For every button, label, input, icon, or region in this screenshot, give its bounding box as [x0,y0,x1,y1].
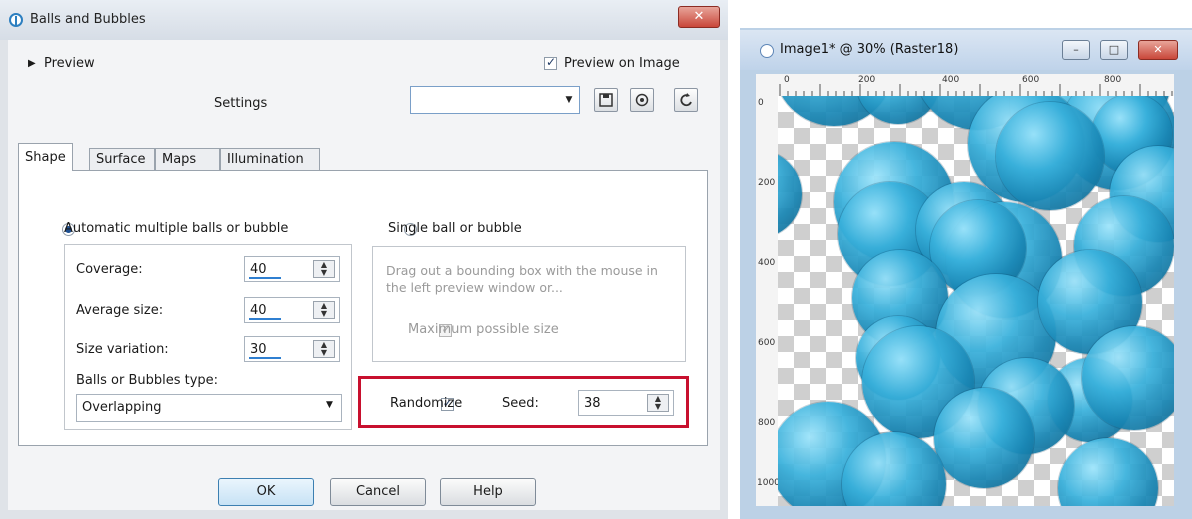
size-variation-stepper-icon[interactable]: ▲ ▼ [313,340,335,358]
size-variation-label: Size variation: [76,342,169,357]
reset-button[interactable] [674,88,698,112]
preview-expand-icon[interactable]: ▶ [28,58,36,69]
seed-stepper-icon[interactable]: ▲ ▼ [647,394,669,412]
average-size-label: Average size: [76,303,164,318]
image-canvas[interactable] [778,96,1174,506]
image-document-icon [760,44,774,58]
tab-illumination[interactable]: Illumination [220,148,320,170]
bubble-ball [1058,438,1158,506]
single-ball-label[interactable]: Single ball or bubble [388,221,522,236]
single-ball-hint: Drag out a bounding box with the mouse i… [386,263,658,295]
save-preset-icon [599,93,613,111]
coverage-label: Coverage: [76,262,143,277]
chevron-down-icon[interactable]: ▼ [562,90,576,110]
ruler-top-label: 0 [784,75,790,85]
settings-label: Settings [214,96,268,111]
ruler-left-label: 600 [758,338,776,348]
coverage-slider-line [249,277,281,279]
tab-shape[interactable]: Shape [18,143,73,171]
ruler-left-label: 400 [758,258,776,268]
size-variation-spinbox[interactable]: 30 ▲ ▼ [244,336,340,362]
dialog-title: Balls and Bubbles [30,12,146,27]
maximum-size-label: Maximum possible size [408,322,559,337]
horizontal-ruler[interactable]: 0 200 400 600 800 [756,74,1174,97]
chevron-down-icon[interactable]: ▼ [326,400,333,410]
ruler-top-label: 800 [1104,75,1122,85]
bubble-ball [934,388,1034,488]
help-button[interactable]: Help [440,478,536,506]
ruler-top-label: 200 [858,75,876,85]
bubbles-type-value[interactable]: Overlapping [82,400,161,415]
auto-multiple-label[interactable]: Automatic multiple balls or bubble [64,221,288,236]
seed-label: Seed: [502,396,539,411]
average-size-value[interactable]: 40 [250,303,267,318]
ruler-left-label: 200 [758,178,776,188]
preview-on-image-label[interactable]: Preview on Image [564,56,680,71]
coverage-spinbox[interactable]: 40 ▲ ▼ [244,256,340,282]
average-size-stepper-icon[interactable]: ▲ ▼ [313,301,335,319]
preview-on-image-checkbox[interactable] [544,55,557,70]
ruler-top-label: 400 [942,75,960,85]
reset-icon [679,93,693,111]
dialog-close-button[interactable]: ✕ [678,6,720,28]
ruler-left-label: 800 [758,418,776,428]
average-size-spinbox[interactable]: 40 ▲ ▼ [244,297,340,323]
ruler-top-label: 600 [1022,75,1040,85]
image-window-title: Image1* @ 30% (Raster18) [780,42,959,57]
size-variation-value[interactable]: 30 [250,342,267,357]
ruler-left-label: 0 [758,98,764,108]
bubble-ball [996,102,1104,210]
ruler-left-label: 1000 [757,478,780,488]
coverage-stepper-icon[interactable]: ▲ ▼ [313,260,335,278]
vertical-ruler[interactable]: 0 200 400 600 800 1000 [756,96,780,506]
preview-toggle-label[interactable]: Preview [44,56,95,71]
cancel-button[interactable]: Cancel [330,478,426,506]
minimize-button[interactable]: – [1062,40,1090,60]
seed-spinbox[interactable]: 38 ▲ ▼ [578,390,674,416]
size-variation-slider-line [249,357,281,359]
average-size-slider-line [249,318,281,320]
settings-preset-combo[interactable] [410,86,580,114]
balls-app-icon [8,12,24,28]
maximize-button[interactable]: □ [1100,40,1128,60]
seed-value[interactable]: 38 [584,396,601,411]
ok-button[interactable]: OK [218,478,314,506]
image-close-button[interactable]: ✕ [1138,40,1178,60]
coverage-value[interactable]: 40 [250,262,267,277]
bubbles-type-label: Balls or Bubbles type: [76,373,219,388]
tab-surface[interactable]: Surface [89,148,155,170]
bubble-ball [778,150,802,238]
import-preset-button[interactable] [630,88,654,112]
import-preset-icon [635,93,649,111]
tab-maps[interactable]: Maps [155,148,220,170]
save-preset-button[interactable] [594,88,618,112]
randomize-label[interactable]: Randomize [390,396,462,411]
